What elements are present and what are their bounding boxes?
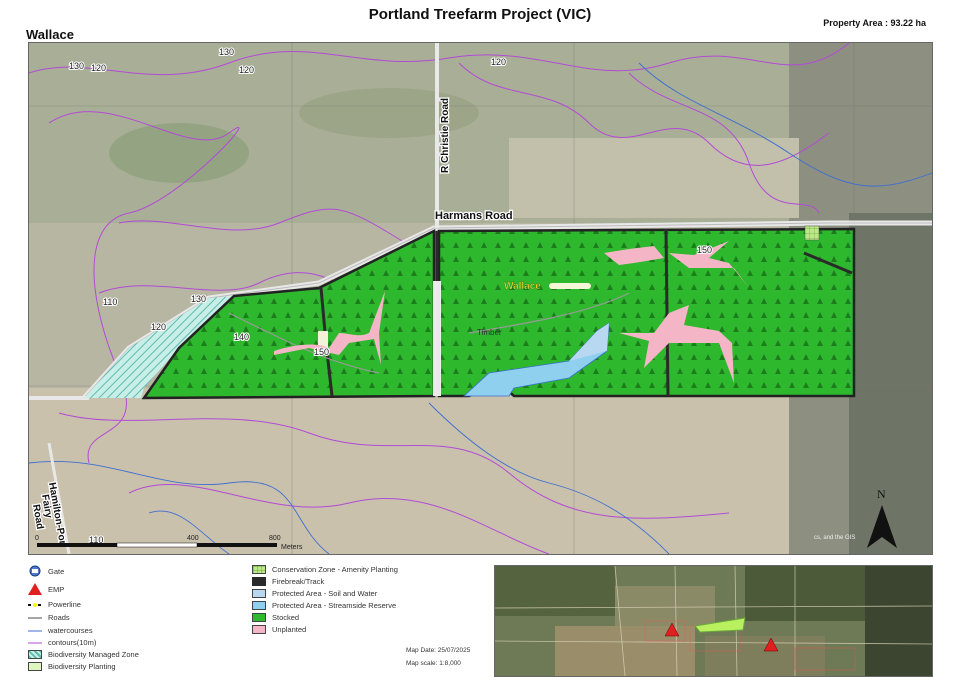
light-green-swatch: [28, 662, 42, 671]
legend-item-firebreak: Firebreak/Track: [252, 577, 324, 586]
main-map[interactable]: Harmans Road R Christie Road Hamilton-Po…: [28, 42, 933, 555]
powerline-icon: [28, 602, 42, 607]
forest-east: [849, 213, 932, 554]
contour-line-icon: [28, 642, 42, 643]
road-label-christie: R Christie Road: [440, 98, 451, 173]
legend-item-stocked: Stocked: [252, 613, 299, 622]
timber-label: Timber: [477, 328, 502, 337]
legend-item-soil-water: Protected Area - Soil and Water: [252, 589, 377, 598]
gate-icon: [29, 565, 41, 577]
svg-text:400: 400: [187, 535, 199, 542]
main-map-svg: Harmans Road R Christie Road Hamilton-Po…: [29, 43, 932, 554]
legend-item-watercourses: watercourses: [28, 626, 93, 635]
property-name: Wallace: [26, 27, 74, 42]
emp-triangle-icon: [28, 583, 42, 595]
hatched-swatch: [28, 650, 42, 659]
legend-item-emp: EMP: [28, 583, 64, 595]
contour-label: 120: [239, 65, 254, 75]
legend-item-roads: Roads: [28, 613, 70, 622]
stocked-swatch: [252, 613, 266, 622]
contour-label: 120: [491, 57, 506, 67]
contour-label: 130: [191, 294, 206, 304]
inset-map[interactable]: [494, 565, 933, 677]
contour-label: 120: [151, 322, 166, 332]
svg-text:N: N: [877, 487, 886, 501]
vegetation-patch: [299, 88, 479, 138]
legend-item-conservation-zone: Conservation Zone - Amenity Planting: [252, 565, 398, 574]
contour-label: 120: [91, 63, 106, 73]
legend-item-gate: Gate: [28, 565, 64, 577]
contour-label: 150: [697, 245, 712, 255]
conservation-swatch: [252, 565, 266, 574]
property-area: Property Area : 93.22 ha: [823, 18, 926, 28]
contour-label: 130: [69, 61, 84, 71]
vegetation-patch: [109, 123, 249, 183]
legend-item-biodiversity-managed: Biodiversity Managed Zone: [28, 650, 139, 659]
map-attribution: cs, and the GIS: [814, 535, 855, 541]
contour-label: 150: [314, 347, 329, 357]
contour-label: 140: [234, 332, 249, 342]
contour-label: 130: [219, 47, 234, 57]
soil-water-swatch: [252, 589, 266, 598]
road-label-harmans: Harmans Road: [435, 210, 513, 222]
firebreak-track-white: [433, 281, 441, 396]
svg-text:0: 0: [35, 535, 39, 542]
unplanted-swatch: [252, 625, 266, 634]
contour-label: 110: [103, 297, 117, 307]
legend-item-biodiversity-planting: Biodiversity Planting: [28, 662, 116, 671]
conservation-zone[interactable]: [804, 225, 820, 241]
wallace-label-bar: [549, 283, 591, 289]
inset-map-svg: [495, 566, 932, 676]
map-title: Portland Treefarm Project (VIC): [368, 6, 592, 23]
road-line-icon: [28, 616, 42, 619]
map-date: Map Date: 25/07/2025: [406, 647, 471, 654]
svg-text:Meters: Meters: [281, 544, 303, 551]
wallace-map-label: Wallace: [504, 281, 541, 292]
firebreak-swatch: [252, 577, 266, 586]
legend-item-streamside: Protected Area - Streamside Reserve: [252, 601, 396, 610]
streamside-swatch: [252, 601, 266, 610]
legend-item-unplanted: Unplanted: [252, 625, 306, 634]
legend-item-contours: contours(10m): [28, 638, 96, 647]
legend-item-powerline: Powerline: [28, 600, 81, 609]
svg-text:800: 800: [269, 535, 281, 542]
map-scale: Map scale: 1:8,000: [406, 660, 461, 667]
legend: Gate EMP Powerline Roads watercourses co…: [28, 563, 488, 673]
watercourse-line-icon: [28, 630, 42, 631]
